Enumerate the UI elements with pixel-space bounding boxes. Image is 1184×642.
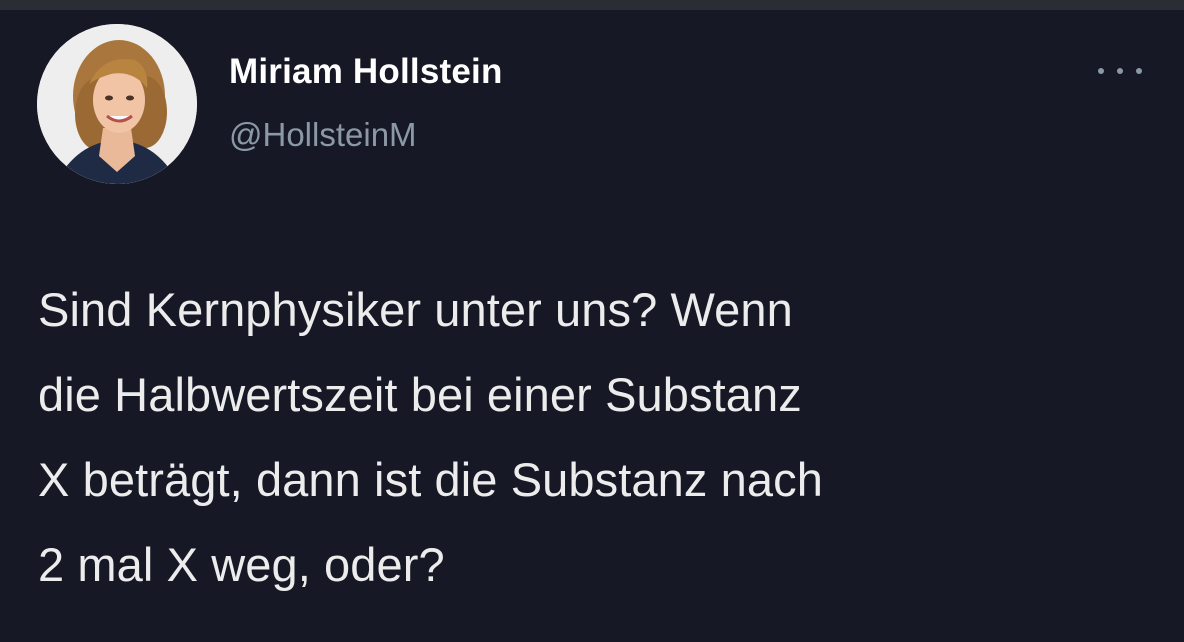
- dot: [1098, 68, 1104, 74]
- tweet-line: die Halbwertszeit bei einer Substanz: [38, 368, 802, 421]
- tweet-line: 2 mal X weg, oder?: [38, 538, 445, 591]
- dot: [1136, 68, 1142, 74]
- tweet-text: Sind Kernphysiker unter uns? Wenn die Ha…: [38, 267, 1158, 607]
- dot: [1117, 68, 1123, 74]
- author-name[interactable]: Miriam Hollstein: [229, 52, 503, 92]
- tweet-line: X beträgt, dann ist die Substanz nach: [38, 453, 823, 506]
- tweet-line: Sind Kernphysiker unter uns? Wenn: [38, 283, 793, 336]
- profile-photo-icon: [37, 24, 197, 184]
- top-edge-strip: [0, 0, 1184, 10]
- more-options-icon[interactable]: [1098, 62, 1142, 80]
- author-handle[interactable]: @HollsteinM: [229, 116, 417, 154]
- tweet-card: Miriam Hollstein @HollsteinM Sind Kernph…: [0, 10, 1184, 642]
- avatar[interactable]: [37, 24, 197, 184]
